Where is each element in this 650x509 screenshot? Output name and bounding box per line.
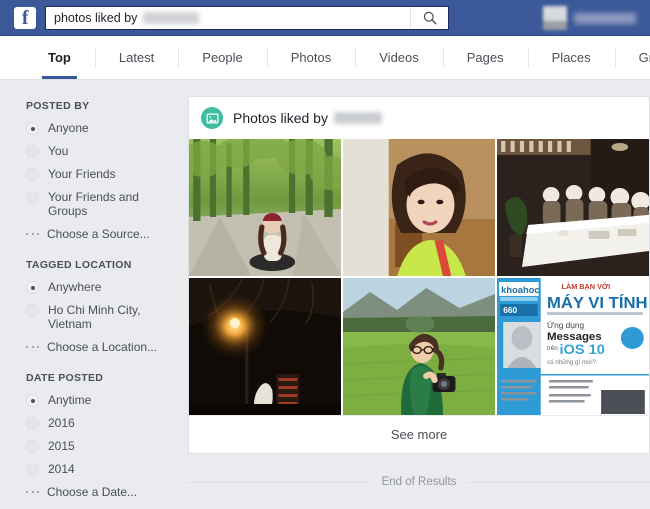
filter-more-label: Choose a Source... bbox=[47, 227, 150, 241]
avatar[interactable] bbox=[543, 6, 567, 30]
search-submit-button[interactable] bbox=[410, 7, 448, 29]
svg-text:MÁY VI TÍNH: MÁY VI TÍNH bbox=[547, 293, 648, 312]
search-result-tabs: TopLatestPeoplePhotosVideosPagesPlacesGr… bbox=[0, 36, 650, 80]
filter-option-label: Anyone bbox=[48, 121, 89, 135]
ellipsis-icon bbox=[26, 491, 39, 493]
photo-thumbnail[interactable] bbox=[189, 139, 341, 276]
filter-more-label: Choose a Location... bbox=[47, 340, 157, 354]
tab-photos[interactable]: Photos bbox=[267, 36, 355, 79]
filter-option-label: You bbox=[48, 144, 68, 158]
photos-icon bbox=[201, 107, 223, 129]
search-icon bbox=[423, 11, 437, 25]
account-name-redacted[interactable] bbox=[574, 13, 636, 24]
filter-option[interactable]: Your Friends and Groups bbox=[26, 190, 188, 218]
svg-text:có những gì mới?: có những gì mới? bbox=[547, 359, 597, 366]
radio-button[interactable] bbox=[26, 168, 39, 181]
filter-more-label: Choose a Date... bbox=[47, 485, 137, 499]
radio-button[interactable] bbox=[26, 145, 39, 158]
page-body: POSTED BY Anyone You Your Friends Your Frien… bbox=[0, 80, 650, 509]
end-of-results-label: End of Results bbox=[382, 476, 457, 488]
filter-option[interactable]: Anyone bbox=[26, 121, 188, 135]
photo-thumbnail[interactable] bbox=[497, 139, 649, 276]
svg-text:Messages: Messages bbox=[547, 331, 602, 343]
filter-group-title: POSTED BY bbox=[26, 100, 188, 112]
filter-option[interactable]: Your Friends bbox=[26, 167, 188, 181]
filter-option-label: 2014 bbox=[48, 462, 75, 476]
filter-option[interactable]: 2015 bbox=[26, 439, 188, 453]
svg-text:660: 660 bbox=[503, 306, 517, 315]
facebook-logo-letter: f bbox=[22, 8, 28, 29]
filter-option-label: Your Friends and Groups bbox=[48, 190, 166, 218]
radio-button[interactable] bbox=[26, 463, 39, 476]
results-column: Photos liked by bbox=[188, 80, 650, 488]
photo-thumbnail[interactable] bbox=[343, 278, 495, 415]
radio-button[interactable] bbox=[26, 191, 39, 204]
filter-option[interactable]: Ho Chi Minh City, Vietnam bbox=[26, 303, 188, 331]
filter-option-label: Anywhere bbox=[48, 280, 101, 294]
ellipsis-icon bbox=[26, 346, 39, 348]
filter-option[interactable]: 2016 bbox=[26, 416, 188, 430]
tab-pages[interactable]: Pages bbox=[443, 36, 528, 79]
svg-text:LÀM BẠN VỚI: LÀM BẠN VỚI bbox=[562, 282, 611, 291]
photo-thumbnail[interactable] bbox=[343, 139, 495, 276]
card-title: Photos liked by bbox=[233, 110, 382, 126]
filter-more-option[interactable]: Choose a Location... bbox=[26, 340, 188, 354]
tab-places[interactable]: Places bbox=[528, 36, 615, 79]
facebook-top-bar: f bbox=[0, 0, 650, 36]
redacted-person-name bbox=[334, 112, 382, 124]
filter-option-label: 2015 bbox=[48, 439, 75, 453]
radio-button[interactable] bbox=[26, 304, 39, 317]
filter-group-title: TAGGED LOCATION bbox=[26, 259, 188, 271]
radio-button[interactable] bbox=[26, 281, 39, 294]
tab-videos[interactable]: Videos bbox=[355, 36, 443, 79]
svg-text:khoahoc: khoahoc bbox=[501, 285, 539, 295]
ellipsis-icon bbox=[26, 233, 39, 235]
tab-top[interactable]: Top bbox=[24, 36, 95, 79]
radio-button[interactable] bbox=[26, 122, 39, 135]
filter-more-option[interactable]: Choose a Date... bbox=[26, 485, 188, 499]
radio-button[interactable] bbox=[26, 394, 39, 407]
filter-option[interactable]: 2014 bbox=[26, 462, 188, 476]
tab-groups[interactable]: Groups bbox=[615, 36, 650, 79]
photo-thumbnail[interactable]: khoahoc 660 LÀM BẠN VỚI MÁY VI TÍNH Ứng … bbox=[497, 278, 649, 415]
svg-text:iOS 10: iOS 10 bbox=[559, 342, 604, 358]
radio-button[interactable] bbox=[26, 417, 39, 430]
search-bar[interactable] bbox=[45, 6, 449, 30]
filter-option-label: 2016 bbox=[48, 416, 75, 430]
filter-option-label: Your Friends bbox=[48, 167, 116, 181]
photos-result-card: Photos liked by bbox=[188, 96, 650, 454]
redacted-search-name bbox=[143, 12, 199, 24]
account-area[interactable] bbox=[543, 0, 636, 36]
radio-button[interactable] bbox=[26, 440, 39, 453]
svg-text:trên: trên bbox=[547, 345, 558, 352]
filter-group: POSTED BY Anyone You Your Friends Your Frien… bbox=[26, 100, 188, 241]
filter-option[interactable]: Anytime bbox=[26, 393, 188, 407]
search-input[interactable] bbox=[46, 7, 410, 29]
filter-group: DATE POSTED Anytime 2016 2015 2014 Choose a D… bbox=[26, 372, 188, 499]
filter-option[interactable]: Anywhere bbox=[26, 280, 188, 294]
filter-option-label: Anytime bbox=[48, 393, 91, 407]
divider-left bbox=[188, 482, 370, 483]
svg-text:Ứng dụng: Ứng dụng bbox=[547, 320, 585, 330]
filter-group-title: DATE POSTED bbox=[26, 372, 188, 384]
filters-sidebar: POSTED BY Anyone You Your Friends Your Frien… bbox=[0, 80, 188, 509]
filter-option[interactable]: You bbox=[26, 144, 188, 158]
photo-grid: khoahoc 660 LÀM BẠN VỚI MÁY VI TÍNH Ứng … bbox=[189, 139, 649, 415]
end-of-results: End of Results bbox=[188, 476, 650, 488]
filter-group: TAGGED LOCATION Anywhere Ho Chi Minh City,… bbox=[26, 259, 188, 354]
facebook-logo[interactable]: f bbox=[14, 7, 36, 29]
filter-more-option[interactable]: Choose a Source... bbox=[26, 227, 188, 241]
card-title-text: Photos liked by bbox=[233, 110, 328, 126]
divider-right bbox=[468, 482, 650, 483]
see-more-button[interactable]: See more bbox=[189, 415, 649, 453]
card-header: Photos liked by bbox=[189, 97, 649, 139]
tab-people[interactable]: People bbox=[178, 36, 266, 79]
filter-option-label: Ho Chi Minh City, Vietnam bbox=[48, 303, 166, 331]
photo-thumbnail[interactable] bbox=[189, 278, 341, 415]
tab-latest[interactable]: Latest bbox=[95, 36, 178, 79]
